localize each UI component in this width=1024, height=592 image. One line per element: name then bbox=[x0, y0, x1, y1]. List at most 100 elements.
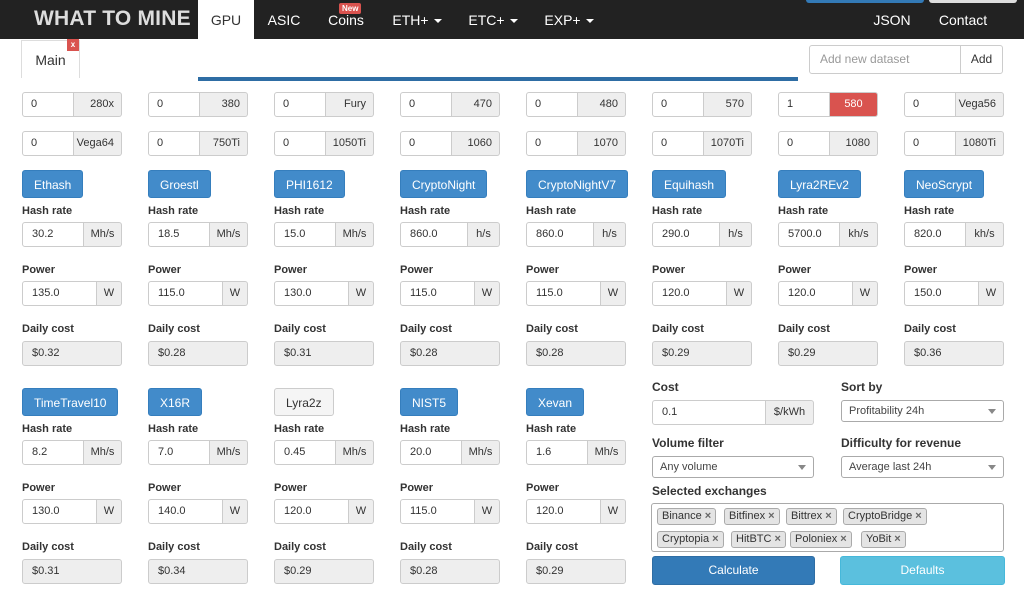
hash-rate-input[interactable]: 20.0 bbox=[400, 440, 462, 465]
hash-rate-input[interactable]: 8.2 bbox=[22, 440, 84, 465]
tab-close-icon[interactable]: x bbox=[67, 39, 79, 51]
sort-by-select[interactable]: Profitability 24h bbox=[841, 400, 1004, 422]
gpu-count-input[interactable]: 1 bbox=[778, 92, 830, 117]
remove-icon[interactable]: × bbox=[768, 510, 774, 522]
gpu-count-input[interactable]: 0 bbox=[526, 92, 578, 117]
power-label: Power bbox=[778, 264, 812, 276]
add-dataset-button[interactable]: Add bbox=[960, 45, 1003, 74]
algorithm-toggle-button[interactable]: Lyra2z bbox=[274, 388, 334, 416]
power-input[interactable]: 120.0 bbox=[652, 281, 727, 306]
cost-input[interactable]: 0.1 bbox=[652, 400, 766, 425]
algorithm-toggle-button[interactable]: CryptoNight bbox=[400, 170, 488, 198]
gpu-count-input[interactable]: 0 bbox=[148, 131, 200, 156]
algorithm-toggle-button[interactable]: TimeTravel10 bbox=[22, 388, 119, 416]
algorithm-toggle-button[interactable]: Xevan bbox=[526, 388, 585, 416]
nav-gpu[interactable]: GPU bbox=[198, 0, 254, 39]
nav-eth-dropdown[interactable]: ETH+ bbox=[384, 0, 450, 39]
nav-json-label: JSON bbox=[873, 12, 911, 28]
exchanges-multiselect[interactable]: Binance × Bitfinex × Bittrex × CryptoBridge × Cr… bbox=[651, 503, 1004, 552]
power-unit: W bbox=[349, 281, 374, 306]
hash-rate-input[interactable]: 5700.0 bbox=[778, 222, 840, 247]
nav-etc-dropdown[interactable]: ETC+ bbox=[460, 0, 526, 39]
hash-rate-input[interactable]: 290.0 bbox=[652, 222, 720, 247]
exchange-chip[interactable]: Bitfinex × bbox=[724, 508, 780, 525]
volume-filter-select[interactable]: Any volume bbox=[652, 456, 814, 478]
brand-logo[interactable]: WHAT TO MINE bbox=[34, 7, 191, 31]
gpu-count-input[interactable]: 0 bbox=[652, 92, 704, 117]
hash-rate-input[interactable]: 15.0 bbox=[274, 222, 336, 247]
hash-rate-input[interactable]: 860.0 bbox=[526, 222, 594, 247]
algorithm-toggle-button[interactable]: Lyra2REv2 bbox=[778, 170, 861, 198]
algorithm-toggle-button[interactable]: CryptoNightV7 bbox=[526, 170, 629, 198]
exchange-chip[interactable]: Cryptopia × bbox=[657, 531, 724, 548]
remove-icon[interactable]: × bbox=[894, 533, 900, 545]
power-input[interactable]: 150.0 bbox=[904, 281, 979, 306]
power-input[interactable]: 115.0 bbox=[148, 281, 223, 306]
gpu-count-input[interactable]: 0 bbox=[904, 131, 956, 156]
hash-rate-input[interactable]: 820.0 bbox=[904, 222, 966, 247]
power-input[interactable]: 120.0 bbox=[778, 281, 853, 306]
gpu-count-input[interactable]: 0 bbox=[778, 131, 830, 156]
gpu-count-input[interactable]: 0 bbox=[274, 92, 326, 117]
power-group: 120.0 W bbox=[526, 499, 626, 524]
power-input[interactable]: 115.0 bbox=[526, 281, 601, 306]
remove-icon[interactable]: × bbox=[825, 510, 831, 522]
gpu-count-input[interactable]: 0 bbox=[22, 131, 74, 156]
algorithm-toggle-button[interactable]: NIST5 bbox=[400, 388, 459, 416]
power-input[interactable]: 115.0 bbox=[400, 281, 475, 306]
remove-icon[interactable]: × bbox=[774, 533, 780, 545]
power-input[interactable]: 120.0 bbox=[274, 499, 349, 524]
nav-contact[interactable]: Contact bbox=[928, 0, 998, 39]
algorithm-toggle-button[interactable]: Groestl bbox=[148, 170, 211, 198]
hash-rate-group: 820.0 kh/s bbox=[904, 222, 1004, 247]
new-dataset-input[interactable]: Add new dataset bbox=[809, 45, 961, 74]
hash-rate-input[interactable]: 7.0 bbox=[148, 440, 210, 465]
hash-rate-input[interactable]: 18.5 bbox=[148, 222, 210, 247]
nav-coins-label: Coins bbox=[328, 12, 364, 28]
power-input[interactable]: 120.0 bbox=[526, 499, 601, 524]
hash-rate-input[interactable]: 0.45 bbox=[274, 440, 336, 465]
power-input[interactable]: 135.0 bbox=[22, 281, 97, 306]
algorithm-toggle-button[interactable]: NeoScrypt bbox=[904, 170, 985, 198]
exchange-chip[interactable]: YoBit × bbox=[861, 531, 906, 548]
gpu-count-input[interactable]: 0 bbox=[148, 92, 200, 117]
daily-cost-label: Daily cost bbox=[22, 323, 74, 335]
exchange-chip[interactable]: Bittrex × bbox=[786, 508, 837, 525]
remove-icon[interactable]: × bbox=[915, 510, 921, 522]
algorithm-toggle-button[interactable]: Ethash bbox=[22, 170, 84, 198]
exchange-chip[interactable]: CryptoBridge × bbox=[843, 508, 927, 525]
exchange-chip[interactable]: HitBTC × bbox=[731, 531, 786, 548]
calculate-button[interactable]: Calculate bbox=[652, 556, 815, 585]
remove-icon[interactable]: × bbox=[840, 533, 846, 545]
defaults-button[interactable]: Defaults bbox=[840, 556, 1005, 585]
power-label: Power bbox=[400, 264, 434, 276]
hash-rate-input[interactable]: 30.2 bbox=[22, 222, 84, 247]
nav-exp-dropdown[interactable]: EXP+ bbox=[536, 0, 602, 39]
power-input[interactable]: 140.0 bbox=[148, 499, 223, 524]
gpu-count-input[interactable]: 0 bbox=[526, 131, 578, 156]
hash-rate-input[interactable]: 1.6 bbox=[526, 440, 588, 465]
gpu-model-label: 1070 bbox=[578, 131, 626, 156]
gpu-count-input[interactable]: 0 bbox=[652, 131, 704, 156]
remove-icon[interactable]: × bbox=[712, 533, 718, 545]
gpu-count-input[interactable]: 0 bbox=[400, 92, 452, 117]
hash-rate-unit: Mh/s bbox=[210, 440, 248, 465]
algorithm-toggle-button[interactable]: Equihash bbox=[652, 170, 727, 198]
algorithm-toggle-button[interactable]: X16R bbox=[148, 388, 203, 416]
algorithm-toggle-button[interactable]: PHI1612 bbox=[274, 170, 345, 198]
power-input[interactable]: 115.0 bbox=[400, 499, 475, 524]
exchange-chip[interactable]: Poloniex × bbox=[790, 531, 852, 548]
power-input[interactable]: 130.0 bbox=[274, 281, 349, 306]
nav-json[interactable]: JSON bbox=[862, 0, 922, 39]
difficulty-select[interactable]: Average last 24h bbox=[841, 456, 1004, 478]
gpu-count-input[interactable]: 0 bbox=[22, 92, 74, 117]
gpu-count-input[interactable]: 0 bbox=[400, 131, 452, 156]
exchange-chip[interactable]: Binance × bbox=[657, 508, 717, 525]
remove-icon[interactable]: × bbox=[705, 510, 711, 522]
gpu-count-input[interactable]: 0 bbox=[904, 92, 956, 117]
daily-cost-value: $0.36 bbox=[904, 341, 1004, 366]
nav-asic[interactable]: ASIC bbox=[260, 0, 308, 39]
hash-rate-input[interactable]: 860.0 bbox=[400, 222, 468, 247]
power-input[interactable]: 130.0 bbox=[22, 499, 97, 524]
gpu-count-input[interactable]: 0 bbox=[274, 131, 326, 156]
